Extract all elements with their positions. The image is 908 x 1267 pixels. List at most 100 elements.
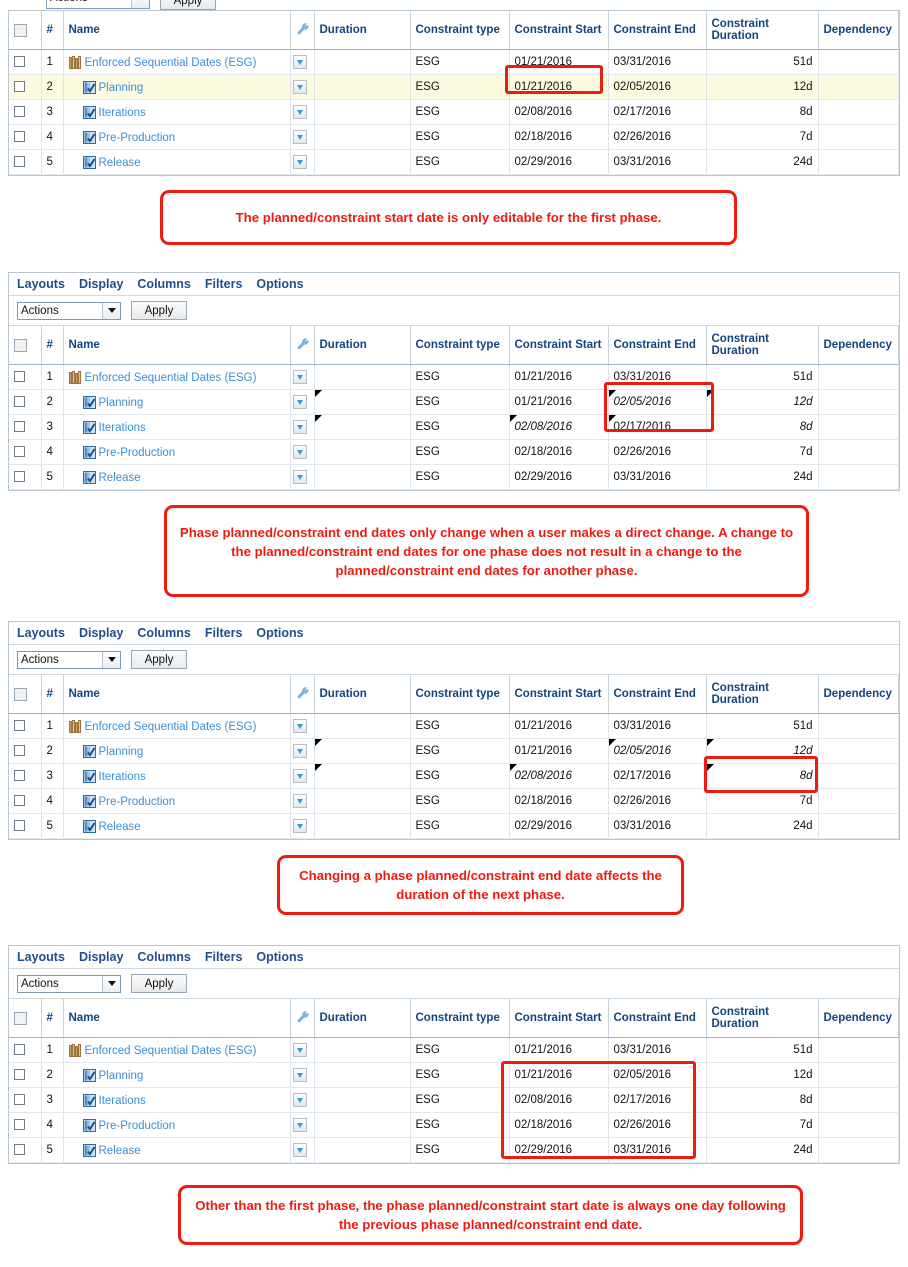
row-name-link[interactable]: Iterations <box>99 107 146 119</box>
cell-duration[interactable] <box>314 49 411 75</box>
cell-constraint-duration[interactable]: 24d <box>706 1137 819 1163</box>
row-name-link[interactable]: Planning <box>99 82 144 94</box>
cell-dependency[interactable] <box>818 364 899 390</box>
row-checkbox-cell[interactable] <box>9 1112 42 1138</box>
cell-constraint-duration[interactable]: 24d <box>706 464 819 490</box>
cell-dependency[interactable] <box>818 1087 899 1113</box>
row-menu-button[interactable] <box>292 105 307 119</box>
cell-constraint-duration[interactable]: 8d <box>706 99 819 125</box>
cell-constraint-duration[interactable]: 7d <box>706 788 819 814</box>
col-constraint-type[interactable]: Constraint type <box>410 11 510 50</box>
cell-constraint-type[interactable]: ESG <box>410 1037 510 1063</box>
apply-button[interactable]: Apply <box>131 301 187 320</box>
cell-constraint-duration[interactable]: 12d <box>706 1062 819 1088</box>
menu-filters[interactable]: Filters <box>205 946 243 968</box>
row-menu-cell[interactable] <box>290 713 315 739</box>
row-name-link[interactable]: Pre-Production <box>99 132 176 144</box>
cell-duration[interactable] <box>314 439 411 465</box>
row-checkbox[interactable] <box>14 745 25 757</box>
cell-constraint-duration[interactable]: 12d <box>706 389 819 415</box>
row-menu-button[interactable] <box>292 1118 307 1132</box>
row-checkbox-cell[interactable] <box>9 738 42 764</box>
col-number[interactable]: # <box>41 326 64 365</box>
row-checkbox[interactable] <box>14 396 25 408</box>
row-checkbox-cell[interactable] <box>9 1037 42 1063</box>
table-row[interactable]: 4 Pre-Production ESG 02/18/2016 02/26/2016 7d <box>9 124 899 150</box>
chevron-down-icon[interactable] <box>102 302 120 319</box>
row-name-link[interactable]: Planning <box>99 746 144 758</box>
row-name-cell[interactable]: Iterations <box>63 99 291 125</box>
menu-columns[interactable]: Columns <box>137 273 190 295</box>
cell-constraint-duration[interactable]: 7d <box>706 1112 819 1138</box>
menu-filters[interactable]: Filters <box>205 622 243 644</box>
row-checkbox[interactable] <box>14 720 25 732</box>
row-name-link[interactable]: Release <box>99 1145 141 1157</box>
cell-constraint-duration[interactable]: 12d <box>706 74 819 100</box>
row-checkbox-cell[interactable] <box>9 74 42 100</box>
row-menu-cell[interactable] <box>290 124 315 150</box>
cell-constraint-type[interactable]: ESG <box>410 813 510 839</box>
col-settings[interactable] <box>290 11 315 50</box>
cell-constraint-end[interactable]: 03/31/2016 <box>608 713 707 739</box>
cell-dependency[interactable] <box>818 414 899 440</box>
row-name-cell[interactable]: Pre-Production <box>63 124 291 150</box>
table-row[interactable]: 1 Enforced Sequential Dates (ESG) ESG 01/21… <box>9 49 899 75</box>
select-all-checkbox[interactable] <box>14 338 27 352</box>
cell-duration[interactable] <box>314 1037 411 1063</box>
cell-dependency[interactable] <box>818 813 899 839</box>
menu-layouts[interactable]: Layouts <box>17 946 65 968</box>
menu-filters[interactable]: Filters <box>205 273 243 295</box>
row-name-link[interactable]: Release <box>99 157 141 169</box>
row-checkbox[interactable] <box>14 1144 25 1156</box>
col-name[interactable]: Name <box>63 326 291 365</box>
row-name-cell[interactable]: Planning <box>63 738 291 764</box>
cell-constraint-type[interactable]: ESG <box>410 763 510 789</box>
col-constraint-duration[interactable]: Constraint Duration <box>706 326 819 365</box>
cell-constraint-end[interactable]: 02/17/2016 <box>608 414 707 440</box>
cell-constraint-start[interactable]: 01/21/2016 <box>509 738 609 764</box>
cell-constraint-end[interactable]: 02/05/2016 <box>608 738 707 764</box>
row-checkbox-cell[interactable] <box>9 1062 42 1088</box>
row-checkbox[interactable] <box>14 131 25 143</box>
menu-display[interactable]: Display <box>79 622 123 644</box>
row-name-link[interactable]: Iterations <box>99 1095 146 1107</box>
row-menu-button[interactable] <box>292 1143 307 1157</box>
row-menu-button[interactable] <box>292 1093 307 1107</box>
col-constraint-duration[interactable]: Constraint Duration <box>706 675 819 714</box>
row-menu-button[interactable] <box>292 744 307 758</box>
table-row[interactable]: 5 Release ESG 02/29/2016 03/31/2016 24d <box>9 149 899 175</box>
cell-constraint-type[interactable]: ESG <box>410 74 510 100</box>
row-menu-button[interactable] <box>292 1068 307 1082</box>
row-checkbox[interactable] <box>14 106 25 118</box>
col-dependency[interactable]: Dependency <box>818 326 899 365</box>
row-checkbox[interactable] <box>14 770 25 782</box>
menu-display[interactable]: Display <box>79 273 123 295</box>
col-constraint-start[interactable]: Constraint Start <box>509 326 609 365</box>
row-menu-cell[interactable] <box>290 74 315 100</box>
row-menu-button[interactable] <box>292 1043 307 1057</box>
cell-constraint-start[interactable]: 01/21/2016 <box>509 1062 609 1088</box>
cell-duration[interactable] <box>314 813 411 839</box>
row-name-cell[interactable]: Iterations <box>63 763 291 789</box>
row-name-cell[interactable]: Release <box>63 1137 291 1163</box>
cell-constraint-type[interactable]: ESG <box>410 439 510 465</box>
wrench-icon[interactable] <box>296 337 310 351</box>
col-constraint-duration[interactable]: Constraint Duration <box>706 999 819 1038</box>
apply-button[interactable]: Apply <box>131 974 187 993</box>
cell-constraint-end[interactable]: 03/31/2016 <box>608 813 707 839</box>
row-name-link[interactable]: Iterations <box>99 771 146 783</box>
cell-dependency[interactable] <box>818 464 899 490</box>
cell-constraint-start[interactable]: 02/18/2016 <box>509 124 609 150</box>
row-checkbox-cell[interactable] <box>9 1087 42 1113</box>
row-checkbox[interactable] <box>14 1119 25 1131</box>
actions-select[interactable]: Actions <box>17 301 121 320</box>
row-name-link[interactable]: Enforced Sequential Dates (ESG) <box>85 1045 257 1057</box>
row-menu-cell[interactable] <box>290 99 315 125</box>
cell-constraint-duration[interactable]: 8d <box>706 414 819 440</box>
row-name-link[interactable]: Pre-Production <box>99 1120 176 1132</box>
cell-constraint-end[interactable]: 02/26/2016 <box>608 439 707 465</box>
cell-constraint-type[interactable]: ESG <box>410 1137 510 1163</box>
cell-dependency[interactable] <box>818 788 899 814</box>
row-name-link[interactable]: Release <box>99 821 141 833</box>
cell-constraint-type[interactable]: ESG <box>410 738 510 764</box>
